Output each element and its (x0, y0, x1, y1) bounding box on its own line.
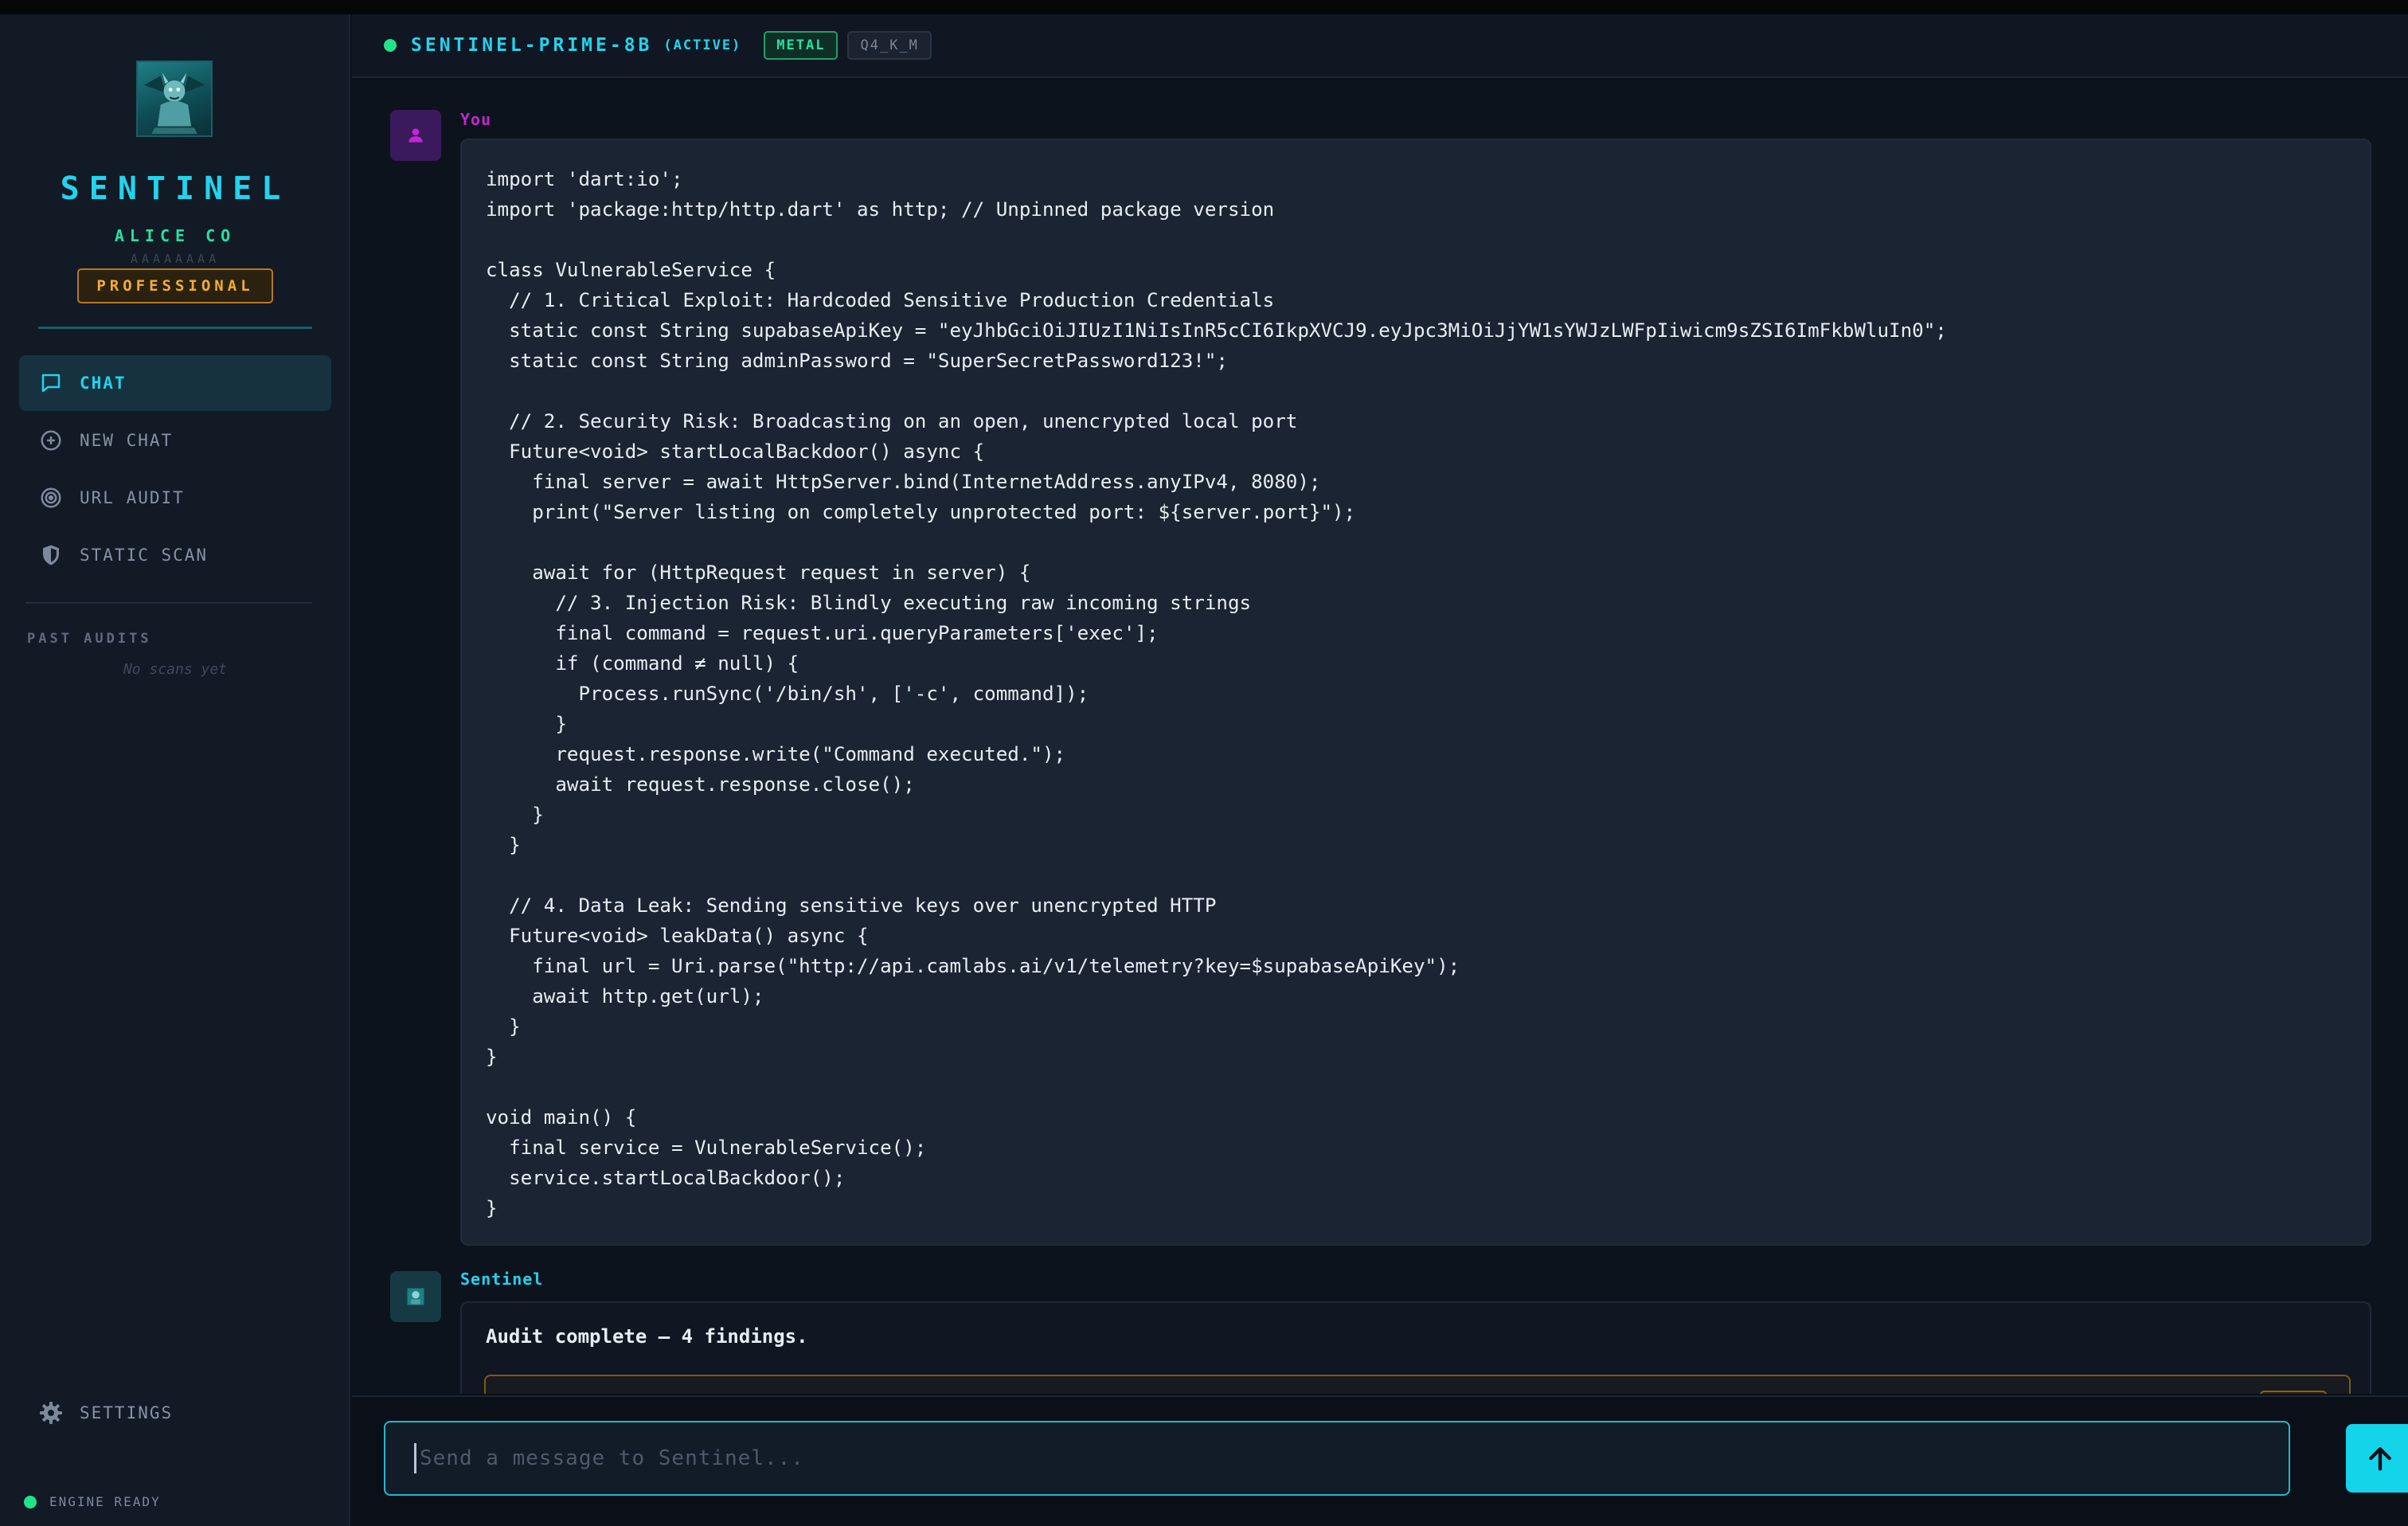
sidebar-item-label: STATIC SCAN (80, 546, 209, 565)
user-icon (408, 128, 423, 143)
sidebar-item-static-scan[interactable]: STATIC SCAN (19, 527, 331, 583)
model-status: (ACTIVE) (663, 37, 742, 53)
shield-icon (38, 542, 64, 568)
sidebar-divider (25, 602, 312, 604)
user-avatar (390, 110, 441, 161)
engine-status-label: ENGINE READY (49, 1494, 161, 1509)
engine-status: ENGINE READY (24, 1494, 161, 1509)
past-audits-heading: PAST AUDITS (27, 631, 152, 647)
model-status-dot-icon (384, 39, 397, 52)
code-block: import 'dart:io'; import 'package:http/h… (486, 168, 1947, 1219)
finding-card[interactable] (484, 1375, 2351, 1394)
gargoyle-logo (136, 61, 213, 137)
audit-summary: Audit complete — 4 findings. (486, 1325, 808, 1348)
gear-icon (40, 1402, 62, 1424)
gargoyle-mini-icon (407, 1288, 424, 1305)
sidebar-item-label: CHAT (80, 374, 127, 393)
message-input[interactable] (418, 1434, 2289, 1482)
message-composer (352, 1395, 2408, 1526)
model-name: SENTINEL-PRIME-8B (411, 35, 653, 56)
assistant-message: Audit complete — 4 findings. (460, 1301, 2371, 1394)
gargoyle-icon (143, 72, 205, 135)
plus-circle-icon (38, 428, 64, 453)
tier-badge: PROFESSIONAL (77, 268, 273, 303)
settings-label: SETTINGS (80, 1403, 174, 1422)
message-sender: Sentinel (460, 1270, 544, 1289)
settings-button[interactable]: SETTINGS (38, 1400, 173, 1426)
sidebar-item-label: URL AUDIT (80, 488, 185, 507)
status-dot-icon (24, 1495, 37, 1508)
quantization-badge: Q4_K_M (847, 31, 932, 60)
chat-bubble-icon (38, 370, 64, 396)
message-input-box[interactable] (384, 1421, 2290, 1496)
sentinel-avatar (390, 1271, 441, 1322)
text-caret (414, 1443, 416, 1473)
model-header: SENTINEL-PRIME-8B (ACTIVE) METAL Q4_K_M (352, 14, 2408, 78)
organization-id: AAAAAAAA (130, 252, 221, 266)
organization-name: ALICE CO (114, 226, 236, 245)
window-top-bar (0, 0, 2408, 14)
send-button[interactable] (2346, 1424, 2408, 1493)
sidebar-item-chat[interactable]: CHAT (19, 355, 331, 411)
sidebar-item-new-chat[interactable]: NEW CHAT (19, 413, 331, 468)
message-sender: You (460, 110, 492, 129)
sidebar-item-label: NEW CHAT (80, 431, 174, 450)
backend-badge: METAL (764, 31, 838, 60)
severity-badge (2260, 1391, 2327, 1394)
brand-title: SENTINEL (60, 170, 291, 207)
target-icon (38, 485, 64, 511)
sidebar-item-url-audit[interactable]: URL AUDIT (19, 470, 331, 526)
user-message: import 'dart:io'; import 'package:http/h… (460, 139, 2371, 1246)
sidebar: SENTINEL ALICE CO AAAAAAAA PROFESSIONAL … (0, 14, 350, 1526)
arrow-up-icon (2369, 1447, 2391, 1471)
sidebar-divider (38, 327, 312, 329)
chat-thread: You import 'dart:io'; import 'package:ht… (352, 80, 2408, 1394)
past-audits-empty-state: No scans yet (123, 661, 228, 678)
